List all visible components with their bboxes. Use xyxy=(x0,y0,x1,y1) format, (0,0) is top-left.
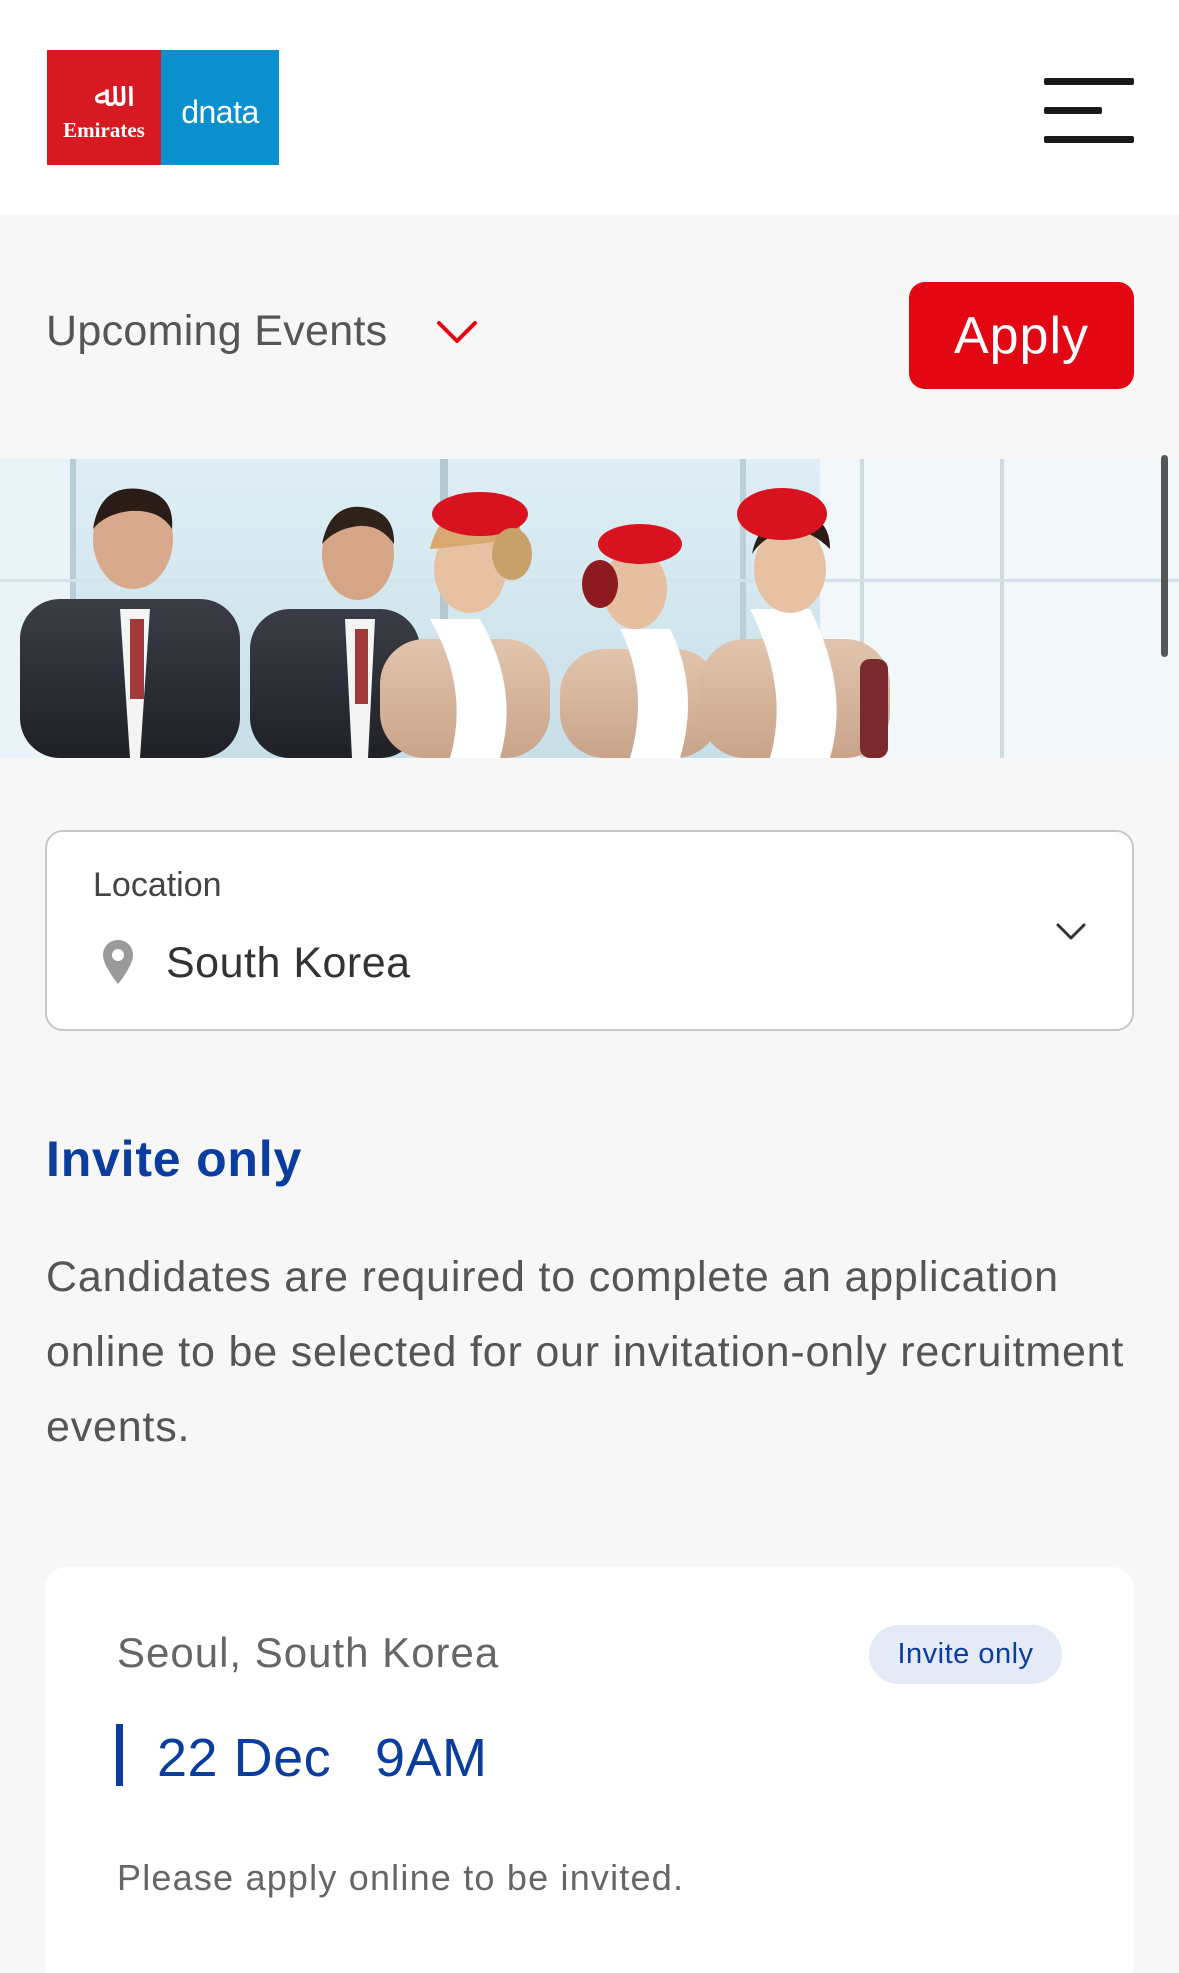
site-header: ﷲ Emirates dnata xyxy=(0,0,1179,215)
cabin-crew-illustration xyxy=(0,459,1179,758)
invite-only-description: Candidates are required to complete an a… xyxy=(46,1253,1125,1451)
page: ﷲ Emirates dnata Upcoming Events Apply L… xyxy=(0,0,1179,1973)
upcoming-events-dropdown[interactable]: Upcoming Events xyxy=(46,307,478,356)
location-caption: Location xyxy=(93,866,222,904)
event-note: Please apply online to be invited. xyxy=(117,1857,685,1898)
chevron-down-icon xyxy=(436,320,477,343)
location-pin-icon xyxy=(103,940,133,984)
emirates-dnata-logo[interactable]: ﷲ Emirates dnata xyxy=(47,50,279,165)
emirates-calligraphy-mark: ﷲ xyxy=(94,75,114,115)
event-location: Seoul, South Korea xyxy=(117,1629,500,1676)
event-time: 9AM xyxy=(375,1728,488,1788)
menu-line xyxy=(1044,136,1134,143)
invite-only-badge: Invite only xyxy=(869,1625,1062,1684)
emirates-logo-text: Emirates xyxy=(63,118,145,142)
events-bar: Upcoming Events Apply xyxy=(0,215,1179,459)
upcoming-events-label: Upcoming Events xyxy=(46,307,388,355)
cabin-crew-banner-image xyxy=(0,459,1179,758)
event-card[interactable]: Seoul, South Korea Invite only 22 Dec 9A… xyxy=(45,1567,1134,1973)
dnata-logo-text: dnata xyxy=(181,94,259,130)
apply-button[interactable]: Apply xyxy=(909,282,1134,389)
location-selected-value: South Korea xyxy=(166,939,411,987)
page-scrollbar[interactable] xyxy=(1161,455,1168,657)
date-accent-bar xyxy=(116,1724,123,1786)
chevron-down-icon xyxy=(1056,923,1086,940)
invite-only-heading: Invite only xyxy=(46,1131,303,1187)
emirates-logo: ﷲ Emirates xyxy=(47,50,161,165)
menu-line xyxy=(1044,78,1134,85)
event-date: 22 Dec xyxy=(157,1728,332,1788)
menu-line xyxy=(1044,107,1102,114)
dnata-logo: dnata xyxy=(161,50,279,165)
location-dropdown[interactable]: Location South Korea xyxy=(45,830,1134,1031)
hamburger-menu-icon[interactable] xyxy=(1044,78,1134,144)
